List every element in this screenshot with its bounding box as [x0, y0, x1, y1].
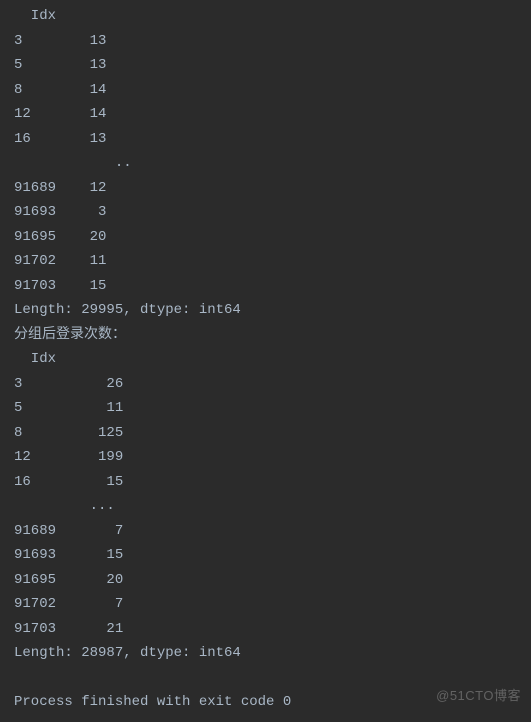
- table-row: 91693 15: [14, 543, 517, 568]
- row-val: 15: [90, 278, 107, 294]
- row-idx: 91703: [14, 621, 90, 637]
- row-val: 20: [90, 572, 124, 588]
- table-row: 5 13: [14, 53, 517, 78]
- table-row: 12 14: [14, 102, 517, 127]
- row-val: 199: [90, 449, 124, 465]
- row-idx: 5: [14, 400, 90, 416]
- table-row: 8 14: [14, 78, 517, 103]
- row-idx: 16: [14, 131, 90, 147]
- row-val: 14: [90, 106, 107, 122]
- table-row: 91695 20: [14, 568, 517, 593]
- row-val: 7: [90, 596, 124, 612]
- row-idx: 12: [14, 449, 90, 465]
- row-val: 125: [90, 425, 124, 441]
- row-idx: 91703: [14, 278, 90, 294]
- table-row: 3 13: [14, 29, 517, 54]
- row-idx: 16: [14, 474, 90, 490]
- row-idx: 91702: [14, 253, 90, 269]
- row-idx: 91702: [14, 596, 90, 612]
- row-val: 7: [90, 523, 124, 539]
- row-idx: 91695: [14, 572, 90, 588]
- series-header: Idx: [14, 347, 517, 372]
- ellipsis-row: ..: [14, 151, 517, 176]
- row-val: 13: [90, 33, 107, 49]
- table-row: 91703 15: [14, 274, 517, 299]
- row-val: 21: [90, 621, 124, 637]
- console-output: Idx 3 13 5 13 8 14 12 14 16 13 .. 91689 …: [14, 4, 517, 715]
- table-row: 91695 20: [14, 225, 517, 250]
- row-idx: 12: [14, 106, 90, 122]
- row-idx: 91693: [14, 204, 90, 220]
- row-val: 15: [90, 474, 124, 490]
- table-row: 91703 21: [14, 617, 517, 642]
- section-label: 分组后登录次数：: [14, 323, 517, 348]
- ellipsis-row: ...: [14, 494, 517, 519]
- table-row: 16 13: [14, 127, 517, 152]
- row-val: 3: [90, 204, 107, 220]
- series-header: Idx: [14, 4, 517, 29]
- row-idx: 91695: [14, 229, 90, 245]
- row-val: 11: [90, 400, 124, 416]
- series-footer: Length: 28987, dtype: int64: [14, 641, 517, 666]
- row-val: 13: [90, 131, 107, 147]
- table-row: 91702 11: [14, 249, 517, 274]
- series-footer: Length: 29995, dtype: int64: [14, 298, 517, 323]
- row-idx: 8: [14, 425, 90, 441]
- row-val: 13: [90, 57, 107, 73]
- row-idx: 91693: [14, 547, 90, 563]
- row-idx: 5: [14, 57, 90, 73]
- row-val: 26: [90, 376, 124, 392]
- table-row: 12 199: [14, 445, 517, 470]
- row-val: 20: [90, 229, 107, 245]
- row-val: 12: [90, 180, 107, 196]
- row-val: 11: [90, 253, 107, 269]
- table-row: 91693 3: [14, 200, 517, 225]
- table-row: 91702 7: [14, 592, 517, 617]
- table-row: 3 26: [14, 372, 517, 397]
- watermark: @51CTO博客: [436, 685, 521, 708]
- row-idx: 3: [14, 33, 90, 49]
- row-idx: 8: [14, 82, 90, 98]
- row-idx: 3: [14, 376, 90, 392]
- table-row: 5 11: [14, 396, 517, 421]
- table-row: 8 125: [14, 421, 517, 446]
- table-row: 91689 12: [14, 176, 517, 201]
- row-idx: 91689: [14, 180, 90, 196]
- row-val: 15: [90, 547, 124, 563]
- row-val: 14: [90, 82, 107, 98]
- table-row: 91689 7: [14, 519, 517, 544]
- table-row: 16 15: [14, 470, 517, 495]
- row-idx: 91689: [14, 523, 90, 539]
